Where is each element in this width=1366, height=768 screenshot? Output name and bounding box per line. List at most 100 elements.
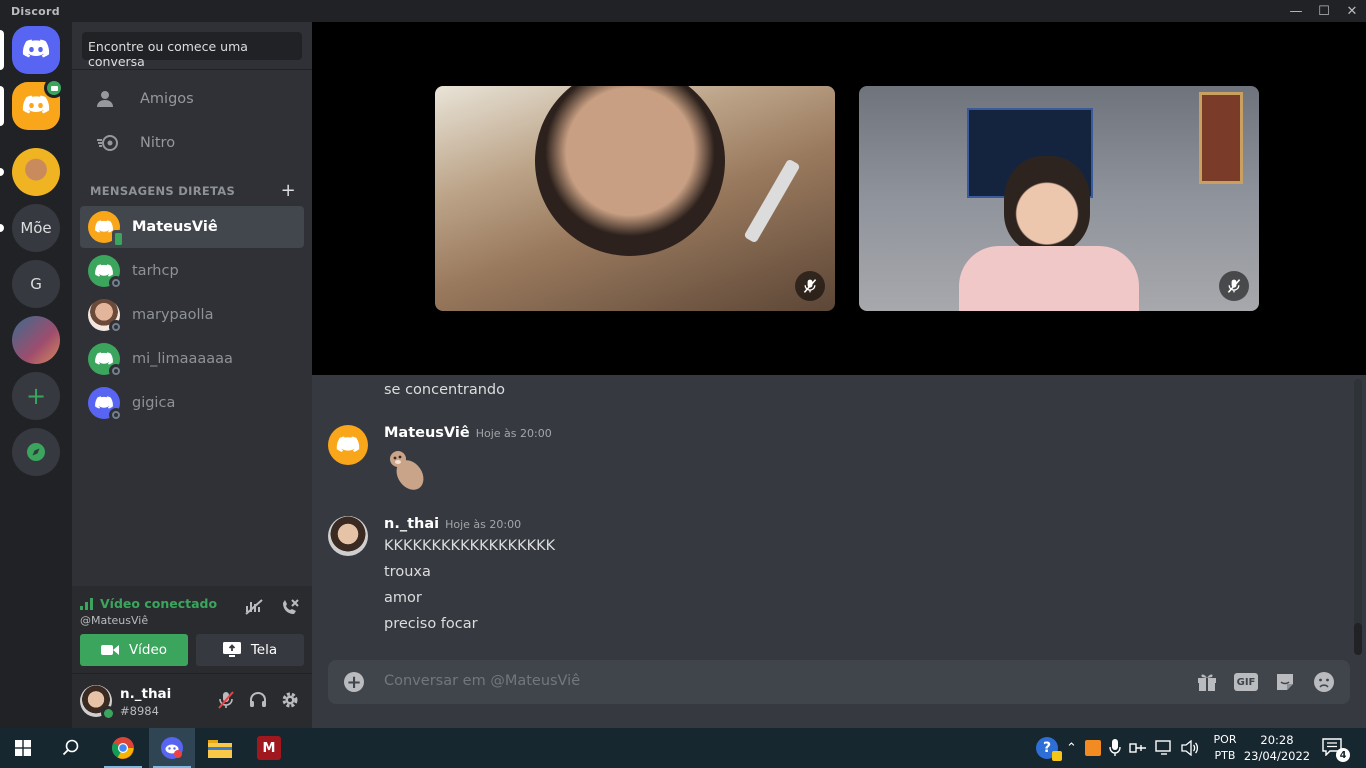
dm-name: MateusViê xyxy=(132,219,218,235)
start-button[interactable] xyxy=(0,728,46,768)
unread-indicator xyxy=(0,224,4,232)
voice-channel-label: @MateusViê xyxy=(80,614,149,627)
taskbar-search-button[interactable] xyxy=(48,728,94,768)
nav-nitro[interactable]: Nitro xyxy=(80,122,304,164)
taskbar-discord[interactable] xyxy=(149,728,195,768)
server-photo-2[interactable] xyxy=(12,316,60,364)
dm-item-mi-limaaaaaa[interactable]: mi_limaaaaaa xyxy=(80,338,304,380)
participant-shirt xyxy=(959,246,1139,311)
noise-suppression-icon[interactable] xyxy=(244,598,264,616)
offline-status-icon xyxy=(109,276,123,290)
taskbar-file-explorer[interactable] xyxy=(197,728,243,768)
avatar[interactable] xyxy=(328,516,368,556)
taskbar-mendeley[interactable]: M xyxy=(246,728,292,768)
voice-status[interactable]: Vídeo conectado xyxy=(80,596,217,611)
muted-microphone-icon xyxy=(795,271,825,301)
close-button[interactable]: ✕ xyxy=(1338,0,1366,22)
message-text: preciso focar xyxy=(384,616,478,632)
message-text: se concentrando xyxy=(384,382,505,398)
participant-video xyxy=(1004,156,1090,252)
avatar xyxy=(88,255,123,290)
notification-center-button[interactable]: 4 xyxy=(1322,738,1350,762)
offline-status-icon xyxy=(109,408,123,422)
discord-logo-icon xyxy=(22,95,50,114)
scrollbar-thumb[interactable] xyxy=(1354,623,1362,655)
avatar[interactable] xyxy=(328,425,368,465)
gif-label: GIF xyxy=(1236,676,1256,688)
settings-gear-icon[interactable] xyxy=(280,690,300,710)
network-icon[interactable] xyxy=(1155,740,1173,756)
language-code: POR xyxy=(1213,733,1237,746)
otter-sticker[interactable] xyxy=(384,447,432,495)
message-text: amor xyxy=(384,590,422,606)
message-composer[interactable]: + Conversar em @MateusViê GIF xyxy=(328,660,1350,704)
avatar xyxy=(88,299,123,334)
wall-frame xyxy=(1199,92,1243,184)
chevron-up-icon[interactable]: ⌃ xyxy=(1066,741,1077,756)
maximize-button[interactable]: ☐ xyxy=(1310,0,1338,22)
home-button[interactable] xyxy=(12,26,60,74)
dm-item-tarhcp[interactable]: tarhcp xyxy=(80,250,304,292)
message-author[interactable]: MateusViê Hoje às 20:00 xyxy=(384,425,552,441)
nav-friends[interactable]: Amigos xyxy=(80,78,304,120)
server-g[interactable]: G xyxy=(12,260,60,308)
message-author[interactable]: n._thai Hoje às 20:00 xyxy=(384,516,521,532)
volume-icon[interactable] xyxy=(1181,740,1199,756)
notification-count: 4 xyxy=(1336,748,1350,762)
scrollbar-track[interactable] xyxy=(1354,379,1362,655)
video-tile-remote[interactable] xyxy=(435,86,835,311)
sublime-icon[interactable] xyxy=(1084,740,1101,756)
taskbar-chrome[interactable] xyxy=(100,728,146,768)
avatar xyxy=(88,211,124,247)
sticker-icon[interactable] xyxy=(1274,671,1296,693)
server-moe[interactable]: Mõe xyxy=(12,204,60,252)
attach-plus-icon[interactable]: + xyxy=(344,672,364,693)
emoji-icon[interactable] xyxy=(1312,670,1336,694)
help-icon[interactable]: ? xyxy=(1036,737,1062,761)
screen-share-button[interactable]: Tela xyxy=(196,634,304,666)
avatar[interactable] xyxy=(80,685,115,720)
video-tile-self[interactable] xyxy=(859,86,1259,311)
group-dm-button[interactable] xyxy=(12,78,64,130)
clock[interactable]: 20:28 23/04/2022 xyxy=(1242,732,1312,764)
nav-label: Amigos xyxy=(140,91,194,107)
selected-indicator xyxy=(0,30,4,70)
message-input[interactable]: Conversar em @MateusViê xyxy=(384,673,580,689)
unread-indicator xyxy=(0,86,4,126)
chrome-icon xyxy=(112,737,134,759)
minimize-button[interactable]: — xyxy=(1282,0,1310,22)
main-content: se concentrando MateusViê Hoje às 20:00 n… xyxy=(312,22,1366,728)
system-tray: ? ⌃ xyxy=(1036,728,1199,768)
voice-status-label: Vídeo conectado xyxy=(100,596,218,611)
participant-video xyxy=(535,86,725,256)
video-call-area xyxy=(312,22,1366,375)
discord-logo-icon xyxy=(22,39,50,58)
add-server-button[interactable]: + xyxy=(12,372,60,420)
server-label: Mõe xyxy=(20,219,52,237)
search-input[interactable]: Encontre ou comece uma conversa xyxy=(82,32,302,69)
network-adapter-icon[interactable] xyxy=(1129,740,1147,756)
plus-icon: + xyxy=(25,382,47,410)
video-button[interactable]: Vídeo xyxy=(80,634,188,666)
video-button-label: Vídeo xyxy=(128,642,168,658)
gift-icon[interactable] xyxy=(1196,671,1218,693)
microphone-icon[interactable] xyxy=(1109,739,1121,757)
message-list: se concentrando MateusViê Hoje às 20:00 n… xyxy=(312,375,1366,655)
signal-icon xyxy=(80,597,93,610)
input-language[interactable]: POR PTB xyxy=(1210,732,1240,764)
dm-item-mateusvie[interactable]: MateusViê xyxy=(80,206,304,248)
friends-icon xyxy=(92,83,124,115)
mobile-status-icon xyxy=(112,230,124,247)
server-photo-1[interactable] xyxy=(12,148,60,196)
video-camera-icon xyxy=(100,645,119,655)
author-name: MateusViê xyxy=(384,425,470,441)
dm-item-marypaolla[interactable]: marypaolla xyxy=(80,294,304,336)
headphones-icon[interactable] xyxy=(248,690,268,710)
disconnect-icon[interactable] xyxy=(280,598,300,616)
plus-icon[interactable]: + xyxy=(281,180,296,201)
gif-button[interactable]: GIF xyxy=(1234,673,1258,691)
dm-item-gigica[interactable]: gigica xyxy=(80,382,304,424)
mute-microphone-icon[interactable] xyxy=(216,690,236,710)
explore-servers-button[interactable] xyxy=(12,428,60,476)
username: n._thai xyxy=(120,686,172,702)
